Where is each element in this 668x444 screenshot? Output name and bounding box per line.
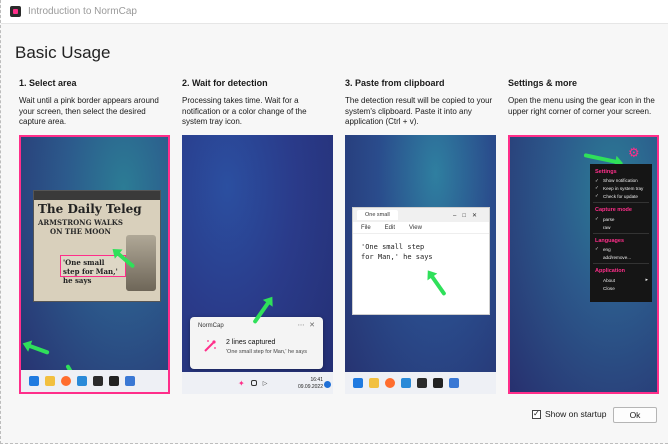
gear-icon: ⚙ [628,146,640,161]
menu-edit: Edit [384,224,396,231]
editor-content: 'One small step for Man,' he says [361,243,433,261]
firefox-icon [61,376,71,386]
normcap-tray-icon: ✦ [238,378,245,388]
step-column-4: Settings & more Open the menu using the … [508,78,658,117]
menu-item-show-notification: Show notification [590,177,652,185]
title-bar: Introduction to NormCap [1,0,668,24]
notepad-icon [449,378,459,388]
folder-icon [45,376,55,386]
editor-tab: One small [357,210,398,220]
menu-item-raw: raw [603,224,611,230]
menu-item-add-remove: add/remove... [603,255,632,261]
normcap-icon [417,378,427,388]
step-description: Open the menu using the gear icon in the… [508,96,655,116]
screenshot-select-area: The Daily Teleg ARMSTRONG WALKS ON THE M… [19,135,170,394]
windows-icon [29,376,39,386]
step-column-2: 2. Wait for detection Processing takes t… [182,78,332,128]
show-on-startup-checkbox[interactable]: Show on startup [532,409,606,419]
terminal-icon [433,378,443,388]
step-column-3: 3. Paste from clipboard The detection re… [345,78,495,128]
app-icon [125,376,135,386]
step-description: Wait until a pink border appears around … [19,96,159,126]
menu-item-about: About [590,276,652,284]
tray-icon [250,380,257,386]
menu-file: File [361,224,371,231]
vscode-icon [401,378,411,388]
editor-menu-bar: File Edit View [353,222,489,234]
menu-section-application: Application [595,268,625,275]
arrow-icon [27,343,50,355]
screenshot-settings: ⚙ Settings Show notification Keep in sys… [508,135,659,394]
arrow-icon [583,153,618,165]
step-title: Settings & more [508,78,578,88]
menu-item-parse: parse [590,215,652,223]
newspaper-window: The Daily Teleg ARMSTRONG WALKS ON THE M… [33,190,161,302]
selection-rectangle: 'One small step for Man,' he says [60,255,126,285]
intro-window: Introduction to NormCap Basic Usage 1. S… [0,0,668,444]
notification-app-name: NormCap [198,323,224,329]
notification-toast: NormCap ⋯ ✕ 2 lines captured 'One small … [190,317,323,369]
menu-section-languages: Languages [595,237,625,244]
firefox-icon [385,378,395,388]
menu-section-capture-mode: Capture mode [595,207,632,214]
vscode-icon [77,376,87,386]
step-title: 3. Paste from clipboard [345,78,445,88]
step-description: The detection result will be copied to y… [345,96,493,126]
step-title: 2. Wait for detection [182,78,268,88]
tray-clock: 16:41 09.09.2022 [297,377,323,390]
page-heading: Basic Usage [15,43,111,62]
window-controls: –□✕ [453,212,483,219]
windows-icon [353,378,363,388]
magic-wand-icon [204,340,216,352]
menu-item-check-update: Check for update [590,193,652,201]
step-description: Processing takes time. Wait for a notifi… [182,96,307,126]
menu-item-close: Close [603,285,615,291]
settings-menu: Settings Show notification Keep in syste… [590,164,652,302]
step-column-1: 1. Select area Wait until a pink border … [19,78,169,128]
close-icon: ⋯ ✕ [297,321,315,329]
terminal-icon [109,376,119,386]
taskbar [345,372,496,394]
menu-item-keep-in-tray: Keep in system tray [590,185,652,193]
screenshot-paste: One small –□✕ File Edit View 'One small … [345,135,496,394]
newspaper-headline: The Daily Teleg [38,202,142,216]
taskbar: ✦ ▷ 16:41 09.09.2022 [182,372,333,394]
folder-icon [369,378,379,388]
taskbar [21,370,168,392]
newspaper-line: ARMSTRONG WALKS [38,218,123,227]
screenshot-notification: NormCap ⋯ ✕ 2 lines captured 'One small … [182,135,333,394]
show-on-startup-label: Show on startup [545,409,607,419]
notification-body: 'One small step for Man,' he says [226,349,307,355]
text-editor-window: One small –□✕ File Edit View 'One small … [352,207,490,315]
normcap-icon [93,376,103,386]
window-title: Introduction to NormCap [28,6,137,17]
normcap-app-icon [10,6,21,17]
editor-tab-bar: One small –□✕ [353,208,489,222]
checkbox-box[interactable] [532,409,541,419]
notification-center-icon [324,381,331,388]
volume-icon: ▷ [262,379,268,387]
ok-button[interactable]: Ok [613,407,657,423]
notification-title: 2 lines captured [226,339,276,346]
menu-view: View [409,224,422,231]
step-title: 1. Select area [19,78,77,88]
menu-section-settings: Settings [595,169,617,175]
menu-item-eng: eng [590,246,652,254]
